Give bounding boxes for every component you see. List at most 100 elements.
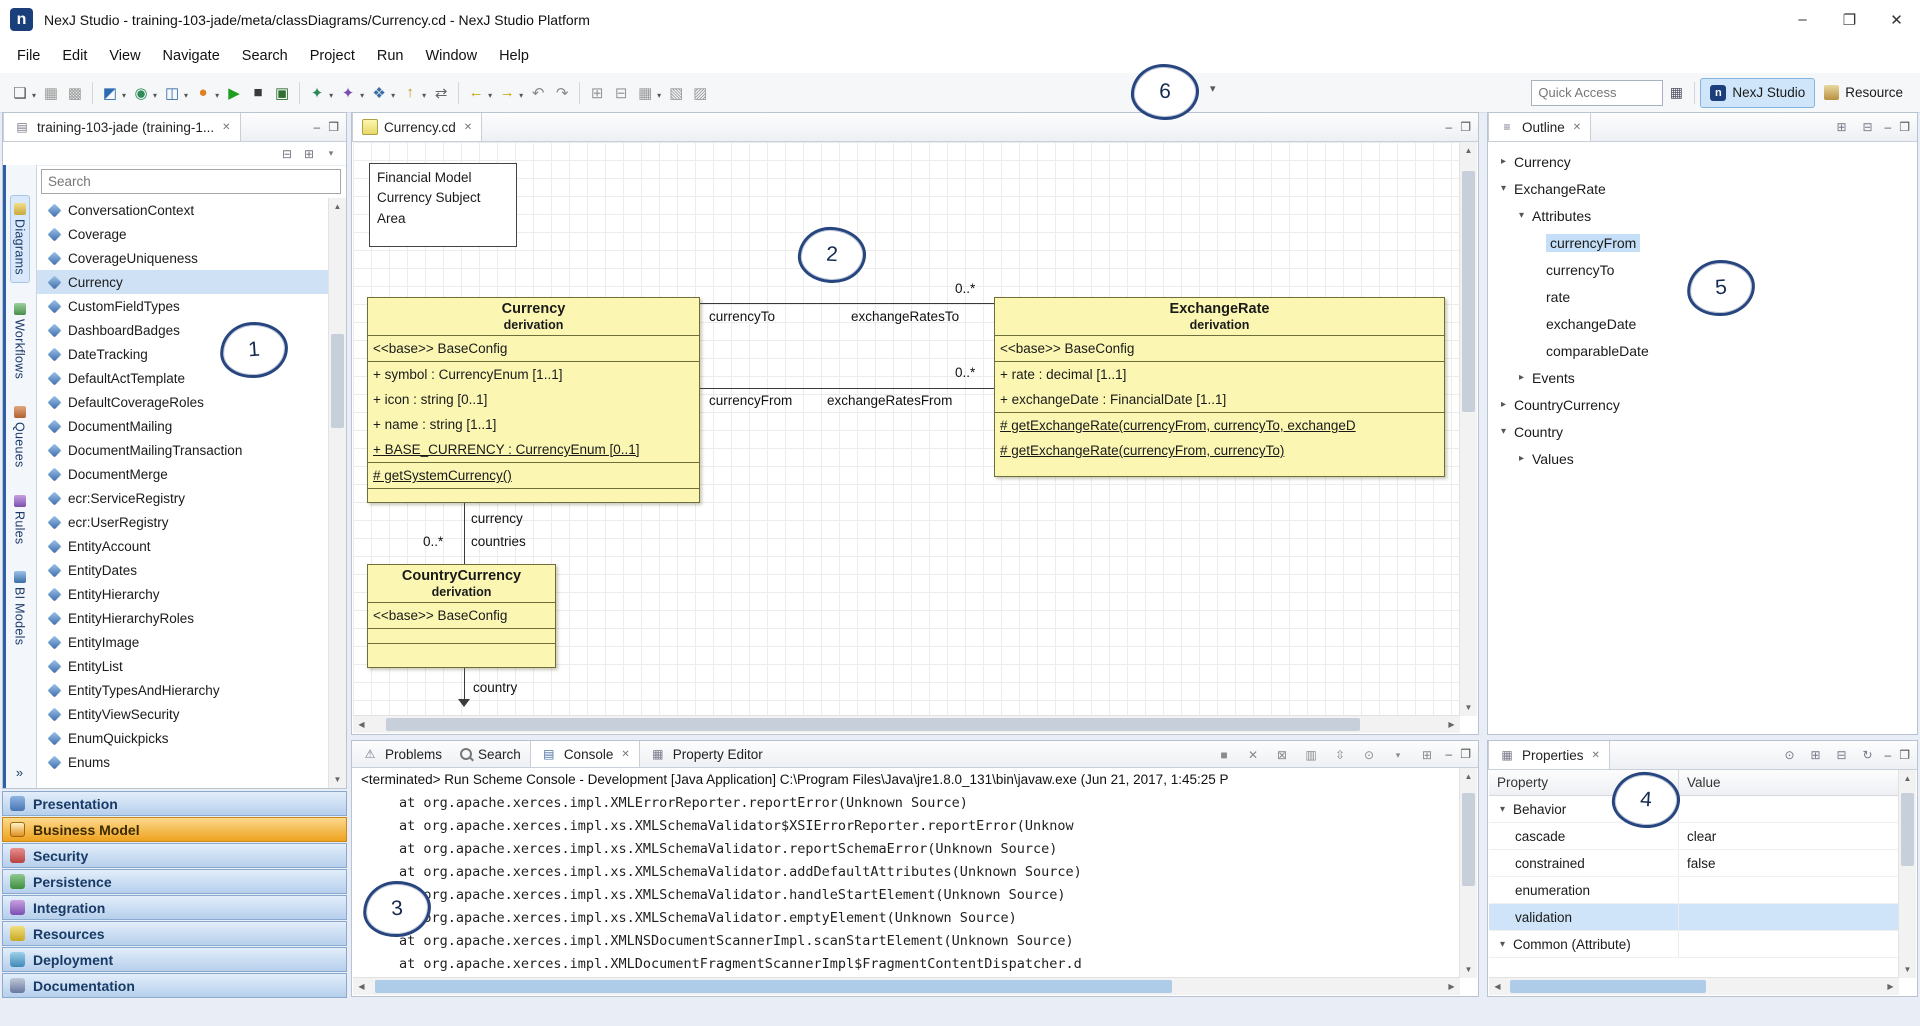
scroll-thumb[interactable] [1462,171,1475,412]
layer-presentation[interactable]: Presentation [2,791,347,816]
property-row-enumeration[interactable]: enumeration [1489,877,1899,904]
list-item[interactable]: ConversationContext [37,198,328,222]
list-item[interactable]: EntityViewSecurity [37,702,328,726]
diagram-layout-icon[interactable]: ▦ [634,81,656,105]
close-editor-tab-icon[interactable]: ✕ [464,122,472,133]
list-item[interactable]: DefaultActTemplate [37,366,328,390]
scroll-right-icon[interactable]: ▶ [1443,978,1460,995]
explorer-tab[interactable]: ▤ training-103-jade (training-1... ✕ [3,113,241,141]
new-class-icon[interactable]: ✦ [306,81,328,105]
environment-dropdown-icon[interactable]: ▾ [153,91,157,100]
layer-business-model[interactable]: Business Model [2,817,347,842]
model-library-dropdown-icon[interactable]: ▾ [122,91,126,100]
list-scrollbar[interactable]: ▲ ▼ [328,198,346,788]
editor-vertical-scrollbar[interactable]: ▲ ▼ [1459,142,1477,716]
list-item[interactable]: EntityImage [37,630,328,654]
scheme-console-icon[interactable]: ▣ [271,81,293,105]
minimize-outline-icon[interactable]: – [1885,120,1892,134]
menu-edit[interactable]: Edit [51,42,98,70]
scroll-up-icon[interactable]: ▲ [329,198,346,215]
scroll-down-icon[interactable]: ▼ [1460,699,1477,716]
minimize-properties-icon[interactable]: – [1885,748,1892,762]
publish-icon[interactable]: ↑ [399,81,421,105]
scroll-down-icon[interactable]: ▼ [329,771,346,788]
outline-item-values[interactable]: ▸Values [1488,445,1917,472]
outline-item-exchange-rate[interactable]: ▾ExchangeRate [1488,175,1917,202]
open-console-dropdown-icon[interactable]: ⊞ [1417,745,1438,766]
layer-security[interactable]: Security [2,843,347,868]
maximize-outline-icon[interactable]: ❐ [1899,120,1910,134]
menu-run[interactable]: Run [366,42,415,70]
perspective-resource-button[interactable]: Resource [1815,79,1912,107]
show-advanced-icon[interactable]: ⊟ [1833,746,1851,764]
side-tab-workflows[interactable]: Workflows [11,296,29,386]
forward-dropdown-icon[interactable]: ▾ [519,91,523,100]
expand-tree-icon[interactable]: ⊞ [586,81,608,105]
list-item[interactable]: DocumentMailingTransaction [37,438,328,462]
close-console-tab-icon[interactable]: ✕ [621,749,629,760]
save-all-icon[interactable]: ▩ [64,81,86,105]
outline-item-events[interactable]: ▸Events [1488,364,1917,391]
new-aspect-dropdown-icon[interactable]: ▾ [360,91,364,100]
search-input[interactable] [41,169,341,194]
list-item[interactable]: CoverageUniqueness [37,246,328,270]
list-item[interactable]: Enums [37,750,328,774]
menu-file[interactable]: File [6,42,51,70]
new-diagram-icon[interactable]: ❖ [368,81,390,105]
outline-item-comparable-date[interactable]: comparableDate [1488,337,1917,364]
restore-default-icon[interactable]: ↻ [1859,746,1877,764]
uml-class-country-currency[interactable]: CountryCurrency derivation <<base>> Base… [367,564,556,668]
menu-navigate[interactable]: Navigate [152,42,231,70]
scroll-left-icon[interactable]: ◀ [353,978,370,995]
undo-icon[interactable]: ↶ [527,81,549,105]
display-console-dropdown-icon[interactable]: ▾ [1388,745,1409,766]
layer-persistence[interactable]: Persistence [2,869,347,894]
console-horizontal-scrollbar[interactable]: ◀ ▶ [353,977,1460,995]
terminate-icon[interactable]: ■ [1214,745,1235,766]
uml-class-currency[interactable]: Currency derivation <<base>> BaseConfig … [367,297,700,503]
data-source-icon[interactable]: ◫ [161,81,183,105]
scroll-left-icon[interactable]: ◀ [353,716,370,733]
maximize-properties-icon[interactable]: ❐ [1899,748,1910,762]
maximize-editor-icon[interactable]: ❐ [1460,120,1471,134]
tab-problems[interactable]: ⚠ Problems [352,741,451,767]
property-row-constrained[interactable]: constrained false [1489,850,1899,877]
collapse-all-icon[interactable]: ⊟ [278,145,296,163]
collapse-tree-icon[interactable]: ⊟ [610,81,632,105]
console-vertical-scrollbar[interactable]: ▲ ▼ [1459,768,1477,978]
outline-item-currency[interactable]: ▸Currency [1488,148,1917,175]
maximize-console-icon[interactable]: ❐ [1460,747,1471,761]
list-item[interactable]: EnumQuickpicks [37,726,328,750]
scroll-left-icon[interactable]: ◀ [1489,978,1506,995]
scroll-right-icon[interactable]: ▶ [1443,716,1460,733]
user-account-icon[interactable]: ● [192,81,214,105]
scroll-thumb[interactable] [386,718,1360,731]
property-category-common-attribute[interactable]: ▾Common (Attribute) [1489,931,1899,958]
property-row-cascade[interactable]: cascade clear [1489,823,1899,850]
environment-icon[interactable]: ◉ [130,81,152,105]
show-categories-icon[interactable]: ⊞ [1807,746,1825,764]
close-explorer-tab-icon[interactable]: ✕ [222,122,230,133]
uml-class-exchange-rate[interactable]: ExchangeRate derivation <<base>> BaseCon… [994,297,1445,477]
new-diagram-dropdown-icon[interactable]: ▾ [391,91,395,100]
new-aspect-icon[interactable]: ✦ [337,81,359,105]
new-class-dropdown-icon[interactable]: ▾ [329,91,333,100]
properties-horizontal-scrollbar[interactable]: ◀ ▶ [1489,977,1899,995]
outline-item-country[interactable]: ▾Country [1488,418,1917,445]
compare-icon[interactable]: ⇄ [430,81,452,105]
scroll-up-icon[interactable]: ▲ [1899,770,1916,787]
forward-icon[interactable]: → [496,81,518,105]
new-wizard-icon[interactable]: ❏ [9,81,31,105]
scroll-thumb[interactable] [375,980,1172,993]
scroll-down-icon[interactable]: ▼ [1899,961,1916,978]
open-perspective-icon[interactable]: ▦ [1667,84,1685,102]
print-diagram-icon[interactable]: ▨ [689,81,711,105]
editor-tab-currency-cd[interactable]: Currency.cd ✕ [352,113,482,141]
view-menu-icon[interactable]: ▾ [322,145,340,163]
properties-tab[interactable]: ▦ Properties ✕ [1488,741,1610,769]
run-icon[interactable]: ▶ [223,81,245,105]
list-item[interactable]: DefaultCoverageRoles [37,390,328,414]
maximize-window-button[interactable]: ❐ [1826,0,1873,39]
clear-console-icon[interactable]: ▥ [1301,745,1322,766]
outline-tab[interactable]: ≡ Outline ✕ [1488,113,1591,141]
